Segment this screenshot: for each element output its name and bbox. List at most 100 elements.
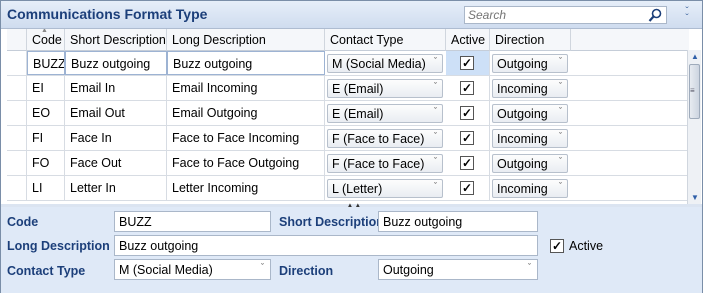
cell-direction-dropdown[interactable]: Incoming ˇ bbox=[492, 79, 568, 98]
long-description-field[interactable]: Buzz outgoing bbox=[114, 235, 538, 256]
chevron-down-icon: ˇ bbox=[559, 131, 562, 141]
detail-panel: Code BUZZ Short Description Buzz outgoin… bbox=[1, 207, 702, 293]
cell-active: ✓ bbox=[446, 126, 490, 150]
chevron-down-icon: ˇ bbox=[434, 156, 437, 166]
short-description-field[interactable]: Buzz outgoing bbox=[378, 211, 538, 232]
cell-long-description[interactable]: Email Outgoing bbox=[167, 101, 325, 125]
row-selector-header bbox=[7, 29, 27, 51]
sort-indicator-icon: ▲ bbox=[41, 29, 48, 34]
table-row[interactable]: LI Letter In Letter Incoming L (Letter) ˇ… bbox=[7, 176, 689, 201]
row-selector[interactable] bbox=[7, 176, 27, 200]
column-header-contact-type[interactable]: Contact Type bbox=[325, 29, 446, 51]
vertical-scrollbar[interactable]: ▲ ≡ ▼ bbox=[687, 50, 701, 204]
chevron-down-icon: ˇ bbox=[261, 262, 264, 272]
active-checkbox[interactable]: ✓ bbox=[550, 239, 564, 253]
cell-contact-type-dropdown[interactable]: L (Letter) ˇ bbox=[327, 179, 443, 198]
title-bar: Communications Format Type ˇˇ bbox=[1, 1, 702, 29]
table-row[interactable]: EI Email In Email Incoming E (Email) ˇ ✓ … bbox=[7, 76, 689, 101]
scroll-up-icon[interactable]: ▲ bbox=[691, 52, 699, 61]
cell-active: ✓ bbox=[446, 51, 490, 75]
search-box[interactable] bbox=[464, 6, 667, 24]
search-input[interactable] bbox=[465, 7, 645, 23]
collapse-chevron-icon[interactable]: ˇˇ bbox=[681, 7, 693, 24]
cell-contact-type-dropdown[interactable]: F (Face to Face) ˇ bbox=[327, 129, 443, 148]
short-description-label: Short Description bbox=[279, 215, 384, 229]
row-selector[interactable] bbox=[7, 51, 27, 75]
column-header-code[interactable]: ▲ Code bbox=[27, 29, 65, 51]
cell-active: ✓ bbox=[446, 176, 490, 200]
code-field[interactable]: BUZZ bbox=[114, 211, 271, 232]
cell-long-description[interactable]: Letter Incoming bbox=[167, 176, 325, 200]
active-label: Active bbox=[569, 239, 604, 253]
table-row[interactable]: BUZZ Buzz outgoing Buzz outgoing M (Soci… bbox=[7, 51, 689, 76]
row-selector[interactable] bbox=[7, 151, 27, 175]
long-description-label: Long Description bbox=[7, 239, 110, 253]
direction-dropdown[interactable]: Outgoing ˇ bbox=[378, 259, 538, 280]
format-type-grid: ▲ Code Short Description Long Descriptio… bbox=[7, 29, 689, 204]
active-checkbox[interactable]: ✓ bbox=[460, 156, 474, 170]
active-checkbox[interactable]: ✓ bbox=[460, 106, 474, 120]
cell-active: ✓ bbox=[446, 76, 490, 100]
column-header-long-description[interactable]: Long Description bbox=[167, 29, 325, 51]
cell-code[interactable]: FO bbox=[27, 151, 65, 175]
cell-active: ✓ bbox=[446, 101, 490, 125]
chevron-down-icon: ˇ bbox=[559, 81, 562, 91]
column-header-filler bbox=[571, 29, 689, 51]
scroll-down-icon[interactable]: ▼ bbox=[691, 193, 699, 202]
chevron-down-icon: ˇ bbox=[559, 156, 562, 166]
cell-direction-dropdown[interactable]: Outgoing ˇ bbox=[492, 104, 568, 123]
direction-label: Direction bbox=[279, 264, 334, 278]
cell-direction-dropdown[interactable]: Outgoing ˇ bbox=[492, 54, 568, 73]
cell-long-description[interactable]: Face to Face Outgoing bbox=[167, 151, 325, 175]
search-icon[interactable] bbox=[648, 8, 663, 23]
cell-code[interactable]: FI bbox=[27, 126, 65, 150]
cell-short-description[interactable]: Email Out bbox=[65, 101, 167, 125]
cell-code[interactable]: LI bbox=[27, 176, 65, 200]
cell-long-description[interactable]: Email Incoming bbox=[167, 76, 325, 100]
cell-short-description[interactable]: Letter In bbox=[65, 176, 167, 200]
cell-long-description[interactable]: Buzz outgoing bbox=[167, 51, 325, 75]
cell-contact-type-dropdown[interactable]: E (Email) ˇ bbox=[327, 104, 443, 123]
chevron-down-icon: ˇ bbox=[434, 181, 437, 191]
cell-long-description[interactable]: Face to Face Incoming bbox=[167, 126, 325, 150]
table-row[interactable]: FO Face Out Face to Face Outgoing F (Fac… bbox=[7, 151, 689, 176]
cell-direction-dropdown[interactable]: Outgoing ˇ bbox=[492, 154, 568, 173]
window-title: Communications Format Type bbox=[7, 6, 208, 22]
chevron-down-icon: ˇ bbox=[434, 56, 437, 66]
row-selector[interactable] bbox=[7, 126, 27, 150]
cell-contact-type-dropdown[interactable]: E (Email) ˇ bbox=[327, 79, 443, 98]
row-selector[interactable] bbox=[7, 76, 27, 100]
code-label: Code bbox=[7, 215, 39, 229]
table-row[interactable]: EO Email Out Email Outgoing E (Email) ˇ ✓… bbox=[7, 101, 689, 126]
contact-type-dropdown[interactable]: M (Social Media) ˇ bbox=[114, 259, 271, 280]
cell-direction-dropdown[interactable]: Incoming ˇ bbox=[492, 129, 568, 148]
cell-short-description[interactable]: Buzz outgoing bbox=[65, 51, 167, 75]
chevron-down-icon: ˇ bbox=[434, 131, 437, 141]
cell-code[interactable]: EO bbox=[27, 101, 65, 125]
cell-short-description[interactable]: Email In bbox=[65, 76, 167, 100]
column-header-direction[interactable]: Direction bbox=[490, 29, 571, 51]
active-checkbox[interactable]: ✓ bbox=[460, 56, 474, 70]
active-checkbox[interactable]: ✓ bbox=[460, 181, 474, 195]
cell-contact-type-dropdown[interactable]: F (Face to Face) ˇ bbox=[327, 154, 443, 173]
communications-format-type-window: Communications Format Type ˇˇ ▲ Code Sho… bbox=[0, 0, 703, 293]
active-checkbox[interactable]: ✓ bbox=[460, 81, 474, 95]
chevron-down-icon: ˇ bbox=[559, 56, 562, 66]
cell-code[interactable]: BUZZ bbox=[27, 51, 65, 75]
row-selector[interactable] bbox=[7, 101, 27, 125]
cell-contact-type-dropdown[interactable]: M (Social Media) ˇ bbox=[327, 54, 443, 73]
chevron-down-icon: ˇ bbox=[528, 262, 531, 272]
column-header-short-description[interactable]: Short Description bbox=[65, 29, 167, 51]
cell-short-description[interactable]: Face Out bbox=[65, 151, 167, 175]
chevron-down-icon: ˇ bbox=[434, 81, 437, 91]
contact-type-label: Contact Type bbox=[7, 264, 86, 278]
active-checkbox[interactable]: ✓ bbox=[460, 131, 474, 145]
chevron-down-icon: ˇ bbox=[434, 106, 437, 116]
grip-icon: ≡ bbox=[690, 86, 695, 95]
cell-direction-dropdown[interactable]: Incoming ˇ bbox=[492, 179, 568, 198]
column-header-active[interactable]: Active bbox=[446, 29, 490, 51]
table-row[interactable]: FI Face In Face to Face Incoming F (Face… bbox=[7, 126, 689, 151]
chevron-down-icon: ˇ bbox=[559, 106, 562, 116]
cell-short-description[interactable]: Face In bbox=[65, 126, 167, 150]
cell-code[interactable]: EI bbox=[27, 76, 65, 100]
